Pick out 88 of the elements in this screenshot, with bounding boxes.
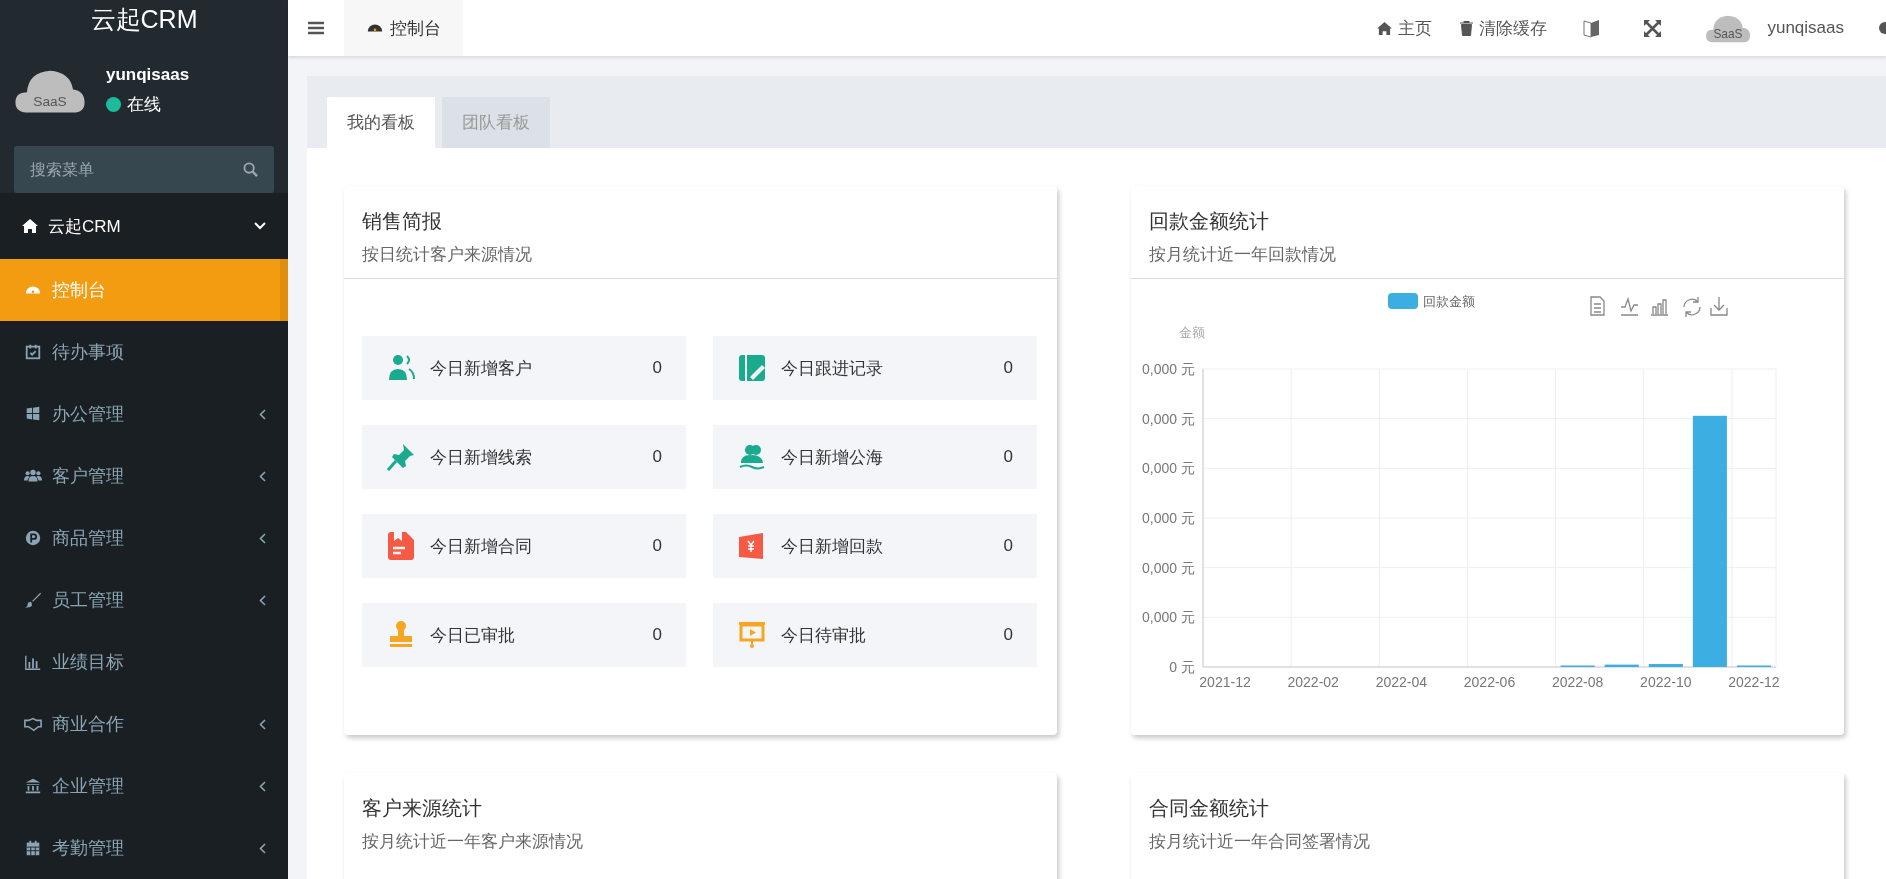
- stat-label: 今日新增公海: [781, 446, 884, 469]
- stat-value: 0: [652, 536, 662, 556]
- sidebar-item[interactable]: 企业管理: [0, 755, 288, 817]
- x-axis-label: 2022-04: [1375, 674, 1428, 690]
- sidebar-item[interactable]: 员工管理: [0, 569, 288, 631]
- stat-label: 今日待审批: [781, 624, 867, 647]
- x-axis-label: 2022-12: [1728, 674, 1780, 690]
- axis-title: 金额: [1179, 325, 1205, 340]
- stat-value: 0: [652, 358, 662, 378]
- y-axis-label: 0,000 元: [1142, 361, 1195, 377]
- clear-cache-button[interactable]: 清除缓存: [1446, 0, 1562, 56]
- y-axis-label: 0,000 元: [1142, 460, 1195, 477]
- contract-icon: [386, 531, 416, 561]
- stat-value: 0: [1003, 536, 1013, 556]
- sea-icon: [737, 442, 767, 472]
- sidebar-item[interactable]: 考勤管理: [0, 817, 288, 879]
- calendar-icon: [24, 839, 42, 857]
- sidebar-item[interactable]: 业绩目标: [0, 631, 288, 693]
- bar-chart-icon: [24, 653, 42, 671]
- x-axis-label: 2022-02: [1287, 674, 1339, 690]
- bank-icon: [24, 777, 42, 795]
- home-link[interactable]: 主页: [1363, 0, 1447, 56]
- data-view-icon[interactable]: [1590, 296, 1605, 316]
- sidebar-item[interactable]: 商业合作: [0, 693, 288, 755]
- chart-bar: [1604, 664, 1639, 667]
- stat-label: 今日跟进记录: [781, 357, 884, 380]
- board-icon: [737, 620, 767, 650]
- stat-value: 0: [1003, 358, 1013, 378]
- home-icon: [1377, 21, 1393, 35]
- card-title: 合同金额统计: [1149, 796, 1270, 821]
- y-axis-label: 0,000 元: [1142, 609, 1195, 626]
- card-subtitle: 按月统计近一年客户来源情况: [362, 831, 584, 853]
- line-chart-icon[interactable]: [1620, 296, 1639, 316]
- expand-icon: [1644, 19, 1662, 37]
- search-field[interactable]: 搜索菜单: [14, 146, 274, 193]
- x-axis-label: 2022-10: [1640, 674, 1692, 690]
- online-dot: [106, 97, 121, 112]
- sidebar-item[interactable]: 办公管理: [0, 383, 288, 445]
- menu-icon: [308, 21, 324, 35]
- y-axis-label: 0 元: [1169, 659, 1195, 675]
- card-subtitle: 按月统计近一年回款情况: [1149, 244, 1337, 266]
- stat-label: 今日已审批: [430, 624, 516, 647]
- legend-swatch: [1388, 293, 1418, 309]
- stat-value: 0: [1003, 625, 1013, 645]
- stat-label: 今日新增回款: [781, 535, 884, 558]
- stat-label: 今日新增线索: [430, 446, 533, 469]
- brand-title: 云起CRM: [0, 0, 288, 39]
- stat-value: 0: [1003, 447, 1013, 467]
- x-axis-label: 2022-08: [1551, 674, 1604, 690]
- user-name: yunqisaas: [106, 65, 190, 85]
- y-axis-label: 0,000 元: [1142, 410, 1195, 427]
- x-axis-label: 2022-06: [1463, 674, 1516, 690]
- stat-value: 0: [652, 625, 662, 645]
- y-axis-label: 0,000 元: [1142, 510, 1195, 526]
- p-circle-icon: [24, 529, 42, 547]
- page-tab[interactable]: 控制台: [344, 0, 463, 56]
- sidebar-item[interactable]: 待办事项: [0, 321, 288, 383]
- menu-group[interactable]: 云起CRM: [0, 193, 288, 259]
- card-subtitle: 按月统计近一年合同签署情况: [1149, 831, 1371, 853]
- record-icon: [737, 353, 767, 383]
- pin-icon: [386, 442, 416, 472]
- card-title: 客户来源统计: [362, 796, 483, 821]
- stat-label: 今日新增客户: [430, 357, 533, 380]
- stat-label: 今日新增合同: [430, 535, 533, 558]
- card-subtitle: 按日统计客户来源情况: [362, 244, 533, 266]
- y-axis-label: 0,000 元: [1142, 559, 1195, 576]
- card-title: 销售简报: [362, 209, 443, 234]
- board-tab[interactable]: 我的看板: [327, 97, 435, 148]
- translate-icon: [1583, 18, 1601, 38]
- sidebar-item[interactable]: 客户管理: [0, 445, 288, 507]
- customer-icon: [386, 353, 416, 383]
- user-menu[interactable]: SaaS yunqisaas: [1683, 0, 1866, 56]
- home-icon: [22, 218, 38, 234]
- legend-label[interactable]: 回款金额: [1423, 294, 1475, 309]
- brush-icon: [24, 591, 42, 609]
- trash-icon: [1460, 20, 1474, 36]
- card-title: 回款金额统计: [1149, 209, 1270, 234]
- stat-value: 0: [652, 447, 662, 467]
- sidebar-item[interactable]: 商品管理: [0, 507, 288, 569]
- user-status: 在线: [127, 94, 161, 116]
- chart-bar: [1648, 664, 1683, 667]
- refresh-icon[interactable]: [1683, 296, 1701, 318]
- x-axis-label: 2021-12: [1199, 674, 1251, 690]
- windows-icon: [24, 405, 42, 423]
- bar-chart-icon[interactable]: [1650, 299, 1669, 316]
- search-icon: [243, 162, 258, 177]
- download-icon[interactable]: [1710, 296, 1728, 316]
- calendar-check-icon: [24, 343, 42, 361]
